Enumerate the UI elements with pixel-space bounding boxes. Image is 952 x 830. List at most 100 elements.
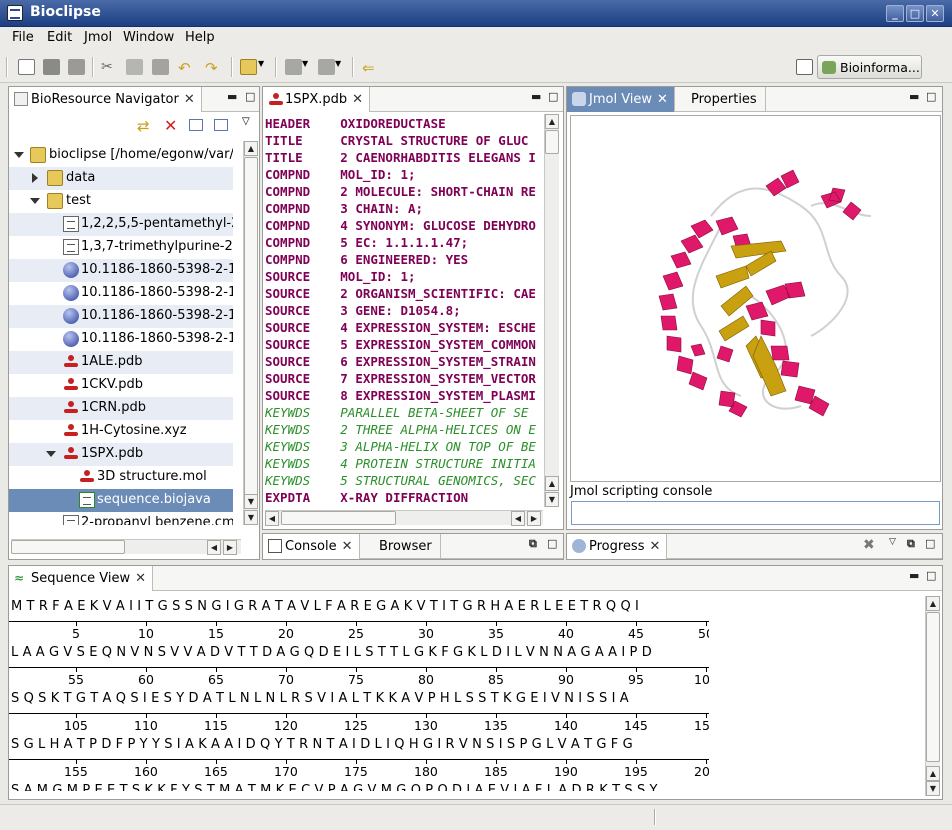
tree-item[interactable]: 10.1186-1860-5398-2-1.s — [9, 282, 233, 305]
scroll-thumb[interactable] — [281, 511, 396, 525]
sequence-vertical-scrollbar[interactable]: ▲ ▲ ▼ — [925, 596, 940, 796]
tab-console[interactable]: Console ✕ — [263, 534, 360, 559]
maximize-view-button[interactable]: □ — [547, 537, 557, 550]
tree-item-selected[interactable]: sequence.biojava — [9, 489, 233, 512]
close-window-button[interactable]: ✕ — [926, 5, 944, 22]
scroll-down-icon[interactable]: ▼ — [244, 510, 258, 525]
open-folder-icon[interactable] — [240, 59, 257, 75]
tree-item[interactable]: 1,3,7-trimethylpurine-2,6 — [9, 236, 233, 259]
sequence-display[interactable]: M T R F A E K V A I I T G S S N G I G R … — [9, 593, 709, 791]
scroll-right-icon[interactable]: ▶ — [223, 540, 237, 555]
expand-arrow-icon[interactable] — [14, 152, 24, 158]
previous-annotation-icon[interactable] — [318, 59, 335, 75]
scroll-up-icon[interactable]: ▲ — [545, 476, 559, 491]
tree-item[interactable]: 1H-Cytosine.xyz — [9, 420, 233, 443]
scroll-down-icon[interactable]: ▼ — [244, 494, 258, 509]
close-icon[interactable]: ✕ — [135, 571, 146, 586]
tree-item[interactable]: 3D structure.mol — [9, 466, 233, 489]
minimize-view-button[interactable]: ▬ — [909, 569, 919, 582]
collapse-all-icon[interactable] — [214, 119, 228, 131]
tree-item[interactable]: test — [9, 190, 233, 213]
tree-item[interactable]: 1CRN.pdb — [9, 397, 233, 420]
menu-window[interactable]: Window — [123, 30, 174, 45]
scroll-up-icon[interactable]: ▲ — [244, 141, 258, 156]
undo-icon[interactable]: ↶ — [178, 59, 195, 77]
scroll-up-icon[interactable]: ▲ — [545, 114, 559, 129]
maximize-view-button[interactable]: □ — [245, 90, 255, 103]
sync-icon[interactable]: ⇄ — [137, 117, 150, 135]
tab-navigator[interactable]: BioResource Navigator ✕ — [9, 87, 202, 112]
restore-view-button[interactable]: ⧉ — [529, 537, 537, 551]
editor-horizontal-scrollbar[interactable]: ◀ ◀ ▶ — [265, 510, 543, 526]
next-annotation-icon[interactable] — [285, 59, 302, 75]
chevron-down-icon[interactable]: ▼ — [258, 59, 275, 75]
scroll-left-icon[interactable]: ◀ — [207, 540, 221, 555]
expand-all-icon[interactable] — [189, 119, 203, 131]
tree-item[interactable]: 2-propanyl benzene.cml — [9, 512, 233, 525]
tree-item[interactable]: 1SPX.pdb — [9, 443, 233, 466]
view-menu-icon[interactable]: ▽ — [889, 537, 896, 547]
tab-1spx-pdb[interactable]: 1SPX.pdb ✕ — [263, 87, 371, 112]
maximize-view-button[interactable]: □ — [548, 90, 558, 103]
close-icon[interactable]: ✕ — [649, 539, 660, 554]
scroll-up-icon[interactable]: ▲ — [926, 766, 940, 781]
remove-all-icon[interactable]: ✖ — [863, 537, 875, 553]
jmol-script-input[interactable] — [571, 501, 940, 525]
paste-icon[interactable] — [152, 59, 169, 75]
minimize-view-button[interactable]: ▬ — [227, 90, 237, 103]
maximize-view-button[interactable]: □ — [925, 537, 935, 550]
save-icon[interactable] — [43, 59, 60, 75]
scroll-left-icon[interactable]: ◀ — [511, 511, 525, 526]
tree-item[interactable]: bioclipse [/home/egonw/var/bi — [9, 144, 233, 167]
close-icon[interactable]: ✕ — [352, 92, 363, 107]
navigator-vertical-scrollbar[interactable]: ▲ ▼ ▼ — [243, 141, 258, 525]
scroll-down-icon[interactable]: ▼ — [545, 492, 559, 507]
tree-item[interactable]: data — [9, 167, 233, 190]
menu-jmol[interactable]: Jmol — [84, 30, 112, 45]
menu-edit[interactable]: Edit — [47, 30, 72, 45]
expand-arrow-icon[interactable] — [46, 451, 56, 457]
expand-arrow-icon[interactable] — [30, 198, 40, 204]
close-icon[interactable]: ✕ — [184, 92, 195, 107]
menu-help[interactable]: Help — [185, 30, 215, 45]
tab-properties[interactable]: Properties — [683, 87, 766, 112]
pdb-text-area[interactable]: HEADER OXIDOREDUCTASE TITLE CRYSTAL STRUC… — [265, 115, 541, 503]
print-icon[interactable] — [68, 59, 85, 75]
expand-arrow-icon[interactable] — [32, 173, 38, 183]
chevron-down-icon[interactable]: ▼ — [335, 59, 352, 75]
back-icon[interactable]: ⇐ — [362, 59, 379, 77]
view-menu-icon[interactable]: ▽ — [242, 116, 250, 127]
tab-progress[interactable]: Progress ✕ — [567, 534, 668, 559]
open-perspective-icon[interactable] — [796, 59, 813, 75]
scroll-thumb[interactable] — [244, 157, 258, 497]
chevron-down-icon[interactable]: ▼ — [302, 59, 319, 75]
navigator-horizontal-scrollbar[interactable]: ◀ ▶ — [11, 539, 241, 555]
scroll-thumb[interactable] — [11, 540, 125, 554]
delete-icon[interactable]: ✕ — [164, 116, 177, 135]
new-icon[interactable] — [18, 59, 35, 75]
restore-view-button[interactable]: ⧉ — [907, 537, 915, 551]
tab-sequence-view[interactable]: ≈ Sequence View ✕ — [9, 566, 154, 591]
editor-vertical-scrollbar[interactable]: ▲ ▲ ▼ — [544, 114, 559, 507]
scroll-thumb[interactable] — [545, 130, 559, 154]
tree-item[interactable]: 10.1186-1860-5398-2-1.s — [9, 305, 233, 328]
tree-item[interactable]: 1,2,2,5,5-pentamethyl-2, — [9, 213, 233, 236]
tree-item[interactable]: 10.1186-1860-5398-2-1.h — [9, 259, 233, 282]
scroll-up-icon[interactable]: ▲ — [926, 596, 940, 611]
close-icon[interactable]: ✕ — [657, 92, 668, 107]
maximize-view-button[interactable]: □ — [926, 90, 936, 103]
tree-item[interactable]: 1CKV.pdb — [9, 374, 233, 397]
tab-jmol-view[interactable]: Jmol View ✕ — [567, 87, 675, 112]
maximize-view-button[interactable]: □ — [926, 569, 936, 582]
menu-file[interactable]: File — [12, 30, 34, 45]
tree-item[interactable]: 10.1186-1860-5398-2-1.s — [9, 328, 233, 351]
scroll-right-icon[interactable]: ▶ — [527, 511, 541, 526]
jmol-3d-viewer[interactable] — [570, 115, 941, 482]
scroll-down-icon[interactable]: ▼ — [926, 781, 940, 796]
minimize-view-button[interactable]: ▬ — [531, 90, 541, 103]
scroll-left-icon[interactable]: ◀ — [265, 511, 279, 526]
scroll-thumb[interactable] — [926, 612, 940, 762]
close-icon[interactable]: ✕ — [342, 539, 353, 554]
tree-item[interactable]: 1ALE.pdb — [9, 351, 233, 374]
copy-icon[interactable] — [126, 59, 143, 75]
